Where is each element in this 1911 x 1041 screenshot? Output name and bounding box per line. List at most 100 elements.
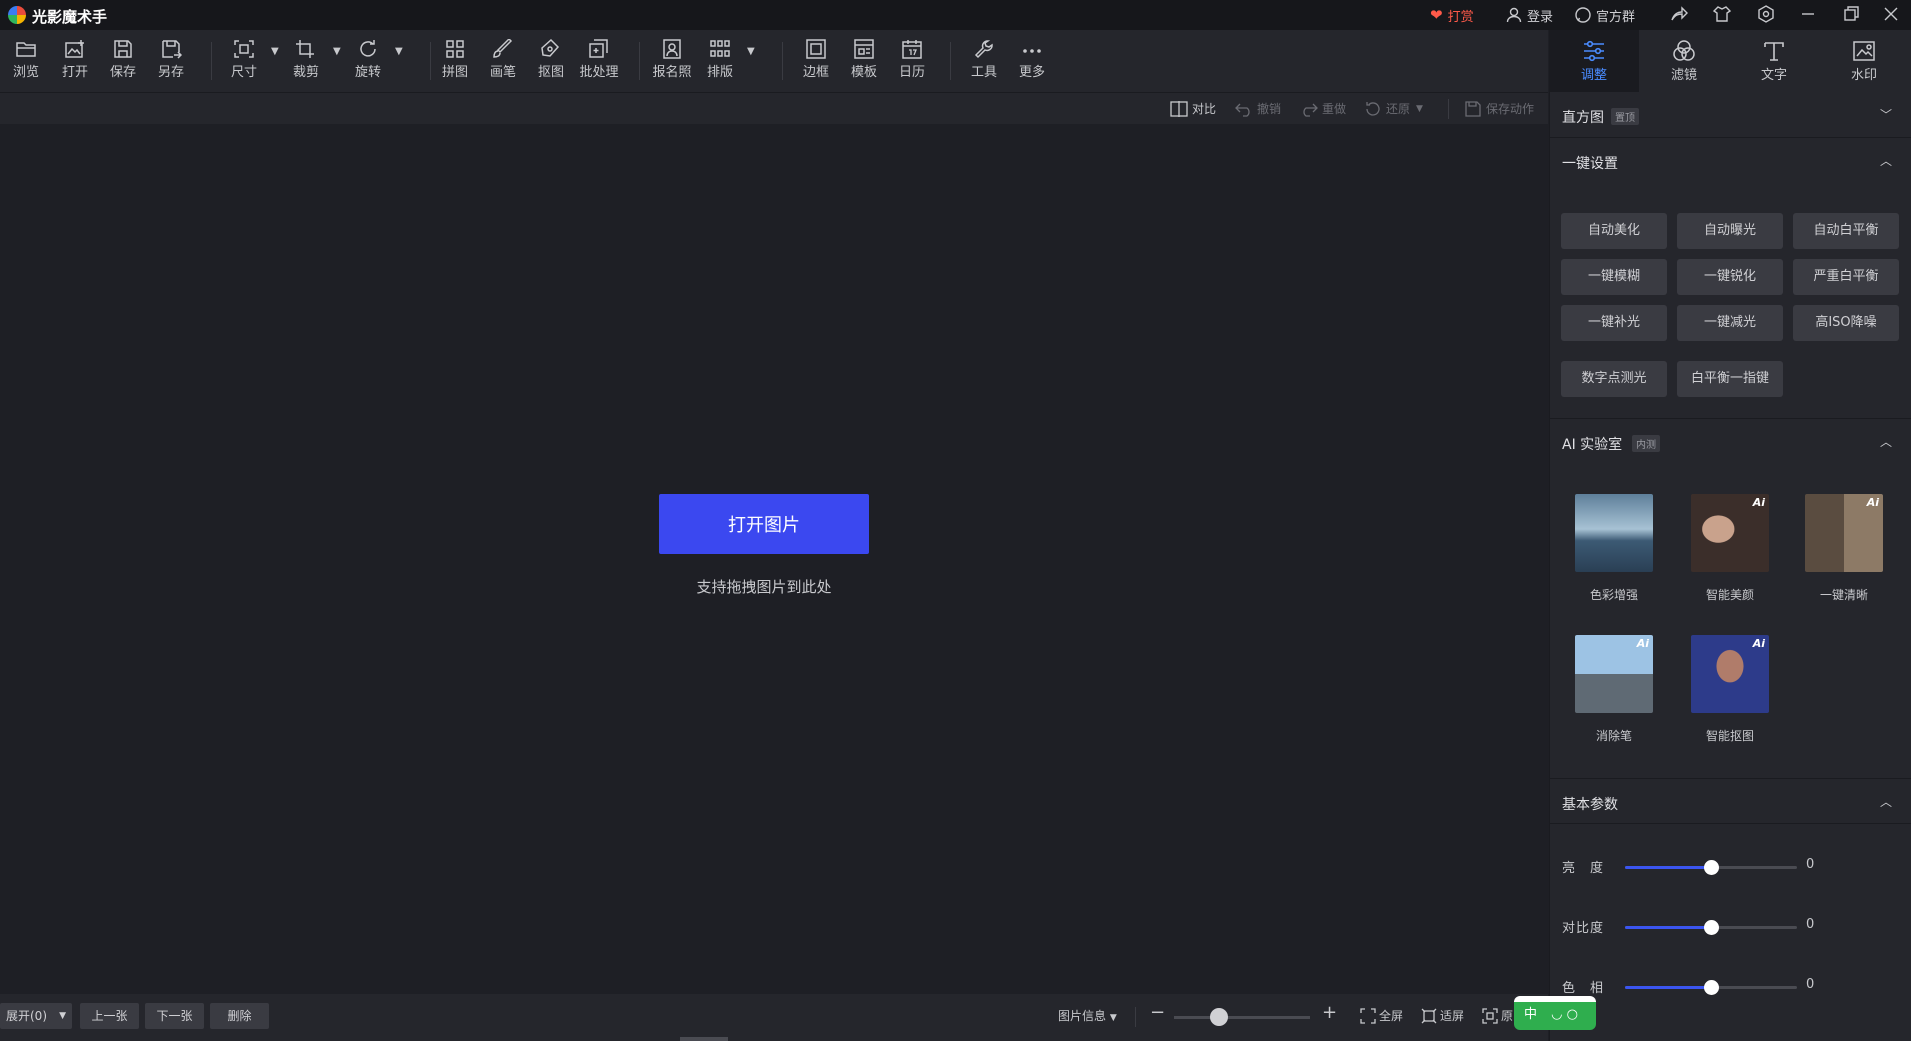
official-group-button[interactable]: 官方群: [1574, 0, 1635, 30]
auto-beautify-button[interactable]: 自动美化: [1561, 213, 1667, 249]
login-button[interactable]: 登录: [1505, 0, 1553, 30]
restore-chevron-icon[interactable]: ▼: [1416, 104, 1423, 114]
pin-badge[interactable]: 置顶: [1611, 108, 1639, 125]
brightness-track[interactable]: [1625, 860, 1797, 875]
ime-indicator[interactable]: 中 ◡ ○: [1514, 996, 1596, 1030]
cutout-button[interactable]: 抠图: [529, 34, 573, 88]
severe-white-balance-button[interactable]: 严重白平衡: [1793, 259, 1899, 295]
contrast-track[interactable]: [1625, 920, 1797, 935]
restore-window-icon[interactable]: [1840, 4, 1862, 26]
horizontal-scrollbar[interactable]: [680, 1037, 728, 1041]
contrast-slider[interactable]: 对比度 0: [1562, 917, 1902, 937]
ai-smart-beauty[interactable]: Ai 智能美颜: [1690, 494, 1770, 603]
ai-color-enhance[interactable]: 色彩增强: [1574, 494, 1654, 603]
quick-settings-header[interactable]: 一键设置 ︿: [1550, 138, 1911, 184]
chevron-up-icon[interactable]: ︿: [1880, 793, 1892, 810]
tools-button[interactable]: 工具: [962, 34, 1006, 88]
skin-shirt-icon[interactable]: [1711, 4, 1733, 26]
rotate-button[interactable]: 旋转: [346, 34, 390, 88]
zoom-slider-track[interactable]: [1174, 1016, 1310, 1019]
hue-slider[interactable]: 色 相 0: [1562, 977, 1902, 997]
tab-text[interactable]: 文字: [1729, 30, 1819, 92]
open-button[interactable]: 打开: [53, 34, 97, 88]
histogram-section-header[interactable]: 直方图 置顶 ﹀: [1550, 92, 1911, 138]
white-balance-picker-button[interactable]: 白平衡一指键: [1677, 361, 1783, 397]
crop-dropdown-chevron-icon[interactable]: ▼: [333, 46, 341, 57]
size-button[interactable]: 尺寸: [222, 34, 266, 88]
ime-mode-icon: ◡ ○: [1551, 1007, 1578, 1022]
save-action-icon: [1465, 100, 1481, 117]
hue-knob[interactable]: [1704, 980, 1719, 995]
open-image-button[interactable]: 打开图片: [659, 494, 869, 554]
restore-button[interactable]: 还原 ▼: [1364, 100, 1423, 117]
size-dropdown-chevron-icon[interactable]: ▼: [271, 46, 279, 57]
contrast-label: 对比度: [1562, 921, 1605, 936]
tab-adjust[interactable]: 调整: [1549, 30, 1639, 92]
reduce-light-button[interactable]: 一键减光: [1677, 305, 1783, 341]
tab-watermark[interactable]: 水印: [1819, 30, 1909, 92]
ai-one-click-clarity[interactable]: Ai 一键清晰: [1804, 494, 1884, 603]
spot-metering-button[interactable]: 数字点测光: [1561, 361, 1667, 397]
caret-down-icon: ▼: [1109, 1013, 1117, 1023]
save-as-button[interactable]: 另存: [149, 34, 193, 88]
compare-button[interactable]: 对比: [1170, 100, 1216, 117]
redo-button[interactable]: 重做: [1300, 100, 1346, 117]
ai-eraser[interactable]: Ai 消除笔: [1574, 635, 1654, 744]
collage-button[interactable]: 拼图: [433, 34, 477, 88]
template-button[interactable]: 模板: [842, 34, 886, 88]
cutout-label: 抠图: [537, 65, 564, 80]
fit-screen-button[interactable]: 适屏: [1421, 1007, 1464, 1024]
hue-track[interactable]: [1625, 980, 1797, 995]
ai-smart-cutout[interactable]: Ai 智能抠图: [1690, 635, 1770, 744]
chevron-up-icon[interactable]: ︿: [1880, 433, 1892, 450]
undo-button[interactable]: 撤销: [1235, 100, 1281, 117]
close-icon[interactable]: [1880, 4, 1902, 26]
layout-button[interactable]: 排版: [698, 34, 742, 88]
one-click-sharpen-button[interactable]: 一键锐化: [1677, 259, 1783, 295]
high-iso-denoise-button[interactable]: 高ISO降噪: [1793, 305, 1899, 341]
chevron-up-icon[interactable]: ︿: [1880, 152, 1892, 169]
tab-filter[interactable]: 滤镜: [1639, 30, 1729, 92]
brightness-slider[interactable]: 亮 度 0: [1562, 857, 1902, 877]
minimize-icon[interactable]: [1797, 4, 1819, 26]
zoom-out-icon[interactable]: −: [1150, 1002, 1165, 1023]
save-action-button[interactable]: 保存动作: [1464, 100, 1534, 117]
browse-button[interactable]: 浏览: [4, 34, 48, 88]
ai-lab-header[interactable]: AI 实验室 内测 ︿: [1550, 418, 1911, 464]
auto-exposure-button[interactable]: 自动曝光: [1677, 213, 1783, 249]
save-button[interactable]: 保存: [101, 34, 145, 88]
basic-params-header[interactable]: 基本参数 ︿: [1550, 778, 1911, 824]
actual-size-button[interactable]: 原: [1482, 1007, 1513, 1024]
fullscreen-button[interactable]: 全屏: [1360, 1007, 1403, 1024]
tip-button[interactable]: ❤ 打赏: [1430, 0, 1474, 30]
more-button[interactable]: 更多: [1010, 34, 1054, 88]
settings-icon[interactable]: [1755, 4, 1777, 26]
prev-image-button[interactable]: 上一张: [80, 1003, 139, 1029]
auto-white-balance-button[interactable]: 自动白平衡: [1793, 213, 1899, 249]
layout-dropdown-chevron-icon[interactable]: ▼: [747, 46, 755, 57]
layout-grid-icon: [710, 40, 730, 57]
adjust-panel: 直方图 置顶 ﹀ 一键设置 ︿ 自动美化 自动曝光 自动白平衡 一键模糊 一键锐…: [1549, 92, 1911, 1041]
next-image-button[interactable]: 下一张: [145, 1003, 204, 1029]
expand-dropdown[interactable]: 展开(0) ▼: [0, 1003, 72, 1029]
share-icon[interactable]: [1668, 4, 1690, 26]
chevron-down-icon[interactable]: ﹀: [1880, 106, 1892, 123]
crop-button[interactable]: 裁剪: [284, 34, 328, 88]
delete-image-button[interactable]: 删除: [210, 1003, 269, 1029]
zoom-slider-knob[interactable]: [1210, 1008, 1228, 1026]
contrast-knob[interactable]: [1704, 920, 1719, 935]
image-canvas[interactable]: 打开图片 支持拖拽图片到此处: [0, 124, 1548, 994]
zoom-in-icon[interactable]: +: [1322, 1002, 1337, 1023]
rotate-dropdown-chevron-icon[interactable]: ▼: [395, 46, 403, 57]
id-photo-button[interactable]: 报名照: [650, 34, 694, 88]
calendar-button[interactable]: 日历: [890, 34, 934, 88]
actual-size-label: 原: [1501, 1009, 1514, 1023]
brightness-knob[interactable]: [1704, 860, 1719, 875]
one-click-blur-button[interactable]: 一键模糊: [1561, 259, 1667, 295]
image-info-dropdown[interactable]: 图片信息 ▼: [1058, 1007, 1117, 1024]
batch-button[interactable]: 批处理: [577, 34, 621, 88]
border-button[interactable]: 边框: [794, 34, 838, 88]
fill-light-button[interactable]: 一键补光: [1561, 305, 1667, 341]
brush-button[interactable]: 画笔: [481, 34, 525, 88]
rotate-icon: [360, 40, 376, 57]
